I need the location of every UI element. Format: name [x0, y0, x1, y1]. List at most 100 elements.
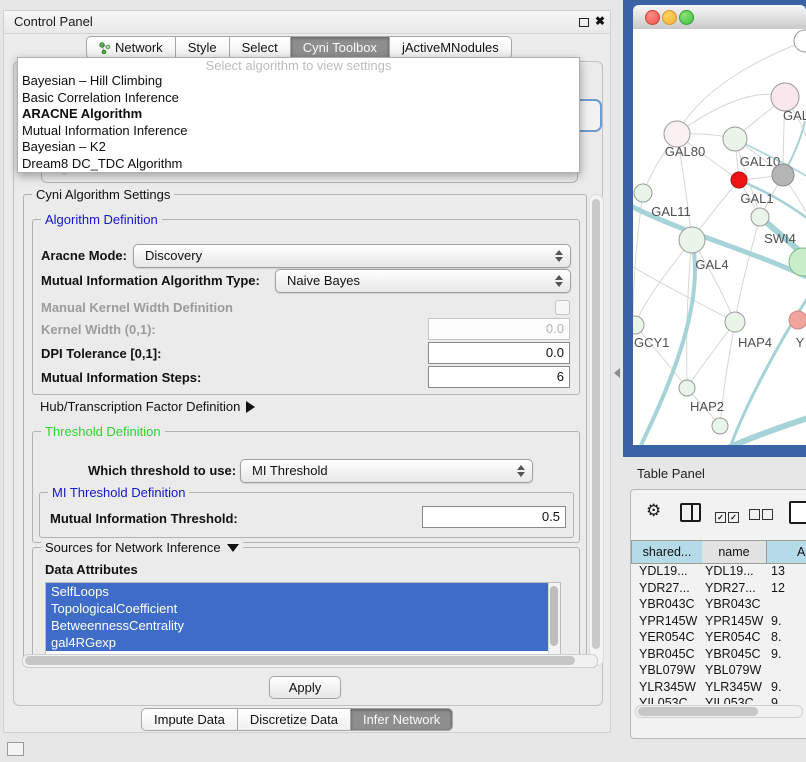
float-panel-icon[interactable]: [579, 18, 589, 27]
column-header-extra[interactable]: A: [767, 540, 806, 564]
bottom-tab-infer-network[interactable]: Infer Network: [351, 708, 453, 731]
network-node-label: GAL11: [651, 204, 691, 219]
mi-threshold-group: MI Threshold Definition Mutual Informati…: [39, 492, 574, 538]
mi-threshold-field[interactable]: 0.5: [422, 506, 566, 528]
algorithm-option[interactable]: Basic Correlation Inference: [18, 90, 579, 107]
column-header-shared-name[interactable]: shared...: [631, 540, 703, 564]
algorithm-option[interactable]: Mutual Information Inference: [18, 123, 579, 140]
table-row[interactable]: YLR345WYLR345W9.: [631, 679, 806, 696]
network-node[interactable]: [772, 164, 794, 186]
which-threshold-combo[interactable]: MI Threshold: [240, 459, 533, 483]
table-cell: YER054C: [705, 629, 761, 646]
split-columns-icon[interactable]: [680, 503, 701, 522]
table-row[interactable]: YBR045C YBR045C 9.: [631, 646, 806, 663]
tab-jactivemnodules[interactable]: jActiveMNodules: [390, 36, 512, 59]
algorithm-option[interactable]: Bayesian – K2: [18, 139, 579, 156]
network-icon: [99, 39, 111, 51]
algorithm-option-selected[interactable]: ARACNE Algorithm: [18, 106, 579, 123]
mi-steps-field[interactable]: 6: [428, 366, 570, 388]
tab-style[interactable]: Style: [176, 36, 230, 59]
network-node-gal10[interactable]: [723, 127, 747, 151]
table-cell: YBR045C: [639, 646, 695, 663]
table-hscrollbar[interactable]: [635, 705, 803, 718]
tab-cyni-toolbox[interactable]: Cyni Toolbox: [291, 36, 390, 59]
column-header-name[interactable]: name: [702, 540, 767, 564]
network-edge[interactable]: [687, 322, 735, 388]
network-edge[interactable]: [735, 217, 760, 322]
table-cell: YBR043C: [705, 596, 761, 613]
aracne-mode-combo[interactable]: Discovery: [133, 244, 571, 268]
attributes-list[interactable]: SelfLoops TopologicalCoefficient Between…: [45, 582, 561, 656]
network-node-label: GAL1: [740, 191, 773, 206]
bottom-tab-discretize-data[interactable]: Discretize Data: [238, 708, 351, 731]
table-cell: 9: [771, 695, 778, 704]
network-node-gcy1[interactable]: [633, 316, 644, 334]
network-node-gal11[interactable]: [634, 184, 652, 202]
mi-type-combo[interactable]: Naive Bayes: [275, 269, 571, 293]
table-row[interactable]: YPR145WYPR145W9.: [631, 613, 806, 630]
network-node[interactable]: [731, 172, 747, 188]
network-node-hap2[interactable]: [679, 380, 695, 396]
collapsed-panel-icon[interactable]: [7, 742, 24, 756]
table-row[interactable]: YDR27...YDR27...12: [631, 580, 806, 597]
sources-group-title[interactable]: Sources for Network Inference: [41, 540, 243, 555]
algorithm-definition-title: Algorithm Definition: [41, 212, 162, 227]
algorithm-option[interactable]: Bayesian – Hill Climbing: [18, 73, 579, 90]
close-panel-icon[interactable]: ✖: [595, 14, 605, 28]
close-window-icon[interactable]: [645, 10, 660, 25]
network-window: GALGAL80GAL10GAL1GAL11SWI4GAL4GCY1HAP4YH…: [633, 5, 806, 445]
table-row[interactable]: YBR043CYBR043C: [631, 596, 806, 613]
network-edge[interactable]: [635, 240, 692, 325]
new-table-icon[interactable]: [789, 501, 806, 524]
network-canvas[interactable]: GALGAL80GAL10GAL1GAL11SWI4GAL4GCY1HAP4YH…: [633, 29, 806, 445]
network-desktop: GALGAL80GAL10GAL1GAL11SWI4GAL4GCY1HAP4YH…: [623, 0, 806, 457]
network-node-hap4[interactable]: [725, 312, 745, 332]
table-row[interactable]: YER054CYER054C8.: [631, 629, 806, 646]
settings-hscrollbar-thumb[interactable]: [25, 656, 575, 665]
table-row[interactable]: YIL053CYIL053C9: [631, 695, 806, 704]
network-node-y[interactable]: [789, 311, 806, 329]
mi-type-label: Mutual Information Algorithm Type:: [41, 273, 260, 288]
unchecked-columns-icon[interactable]: [749, 507, 775, 525]
minimize-window-icon[interactable]: [662, 10, 677, 25]
attribute-item[interactable]: gal4RGexp: [46, 634, 549, 651]
network-node-label: HAP2: [690, 399, 724, 414]
settings-hscrollbar[interactable]: [22, 654, 598, 668]
apply-button[interactable]: Apply: [269, 676, 341, 699]
attribute-item[interactable]: SelfLoops: [46, 583, 549, 600]
manual-kernel-checkbox[interactable]: [555, 300, 570, 315]
settings-vscrollbar-thumb[interactable]: [592, 199, 600, 649]
network-node-gal1[interactable]: [751, 208, 769, 226]
hub-section-toggle[interactable]: Hub/Transcription Factor Definition: [40, 399, 255, 414]
table-row[interactable]: YDL19...YDL19...13: [631, 563, 806, 580]
attribute-item[interactable]: TopologicalCoefficient: [46, 600, 549, 617]
table-row[interactable]: YBL079WYBL079W: [631, 662, 806, 679]
tab-network[interactable]: Network: [86, 36, 176, 59]
tab-select[interactable]: Select: [230, 36, 291, 59]
network-window-titlebar[interactable]: [633, 5, 806, 30]
attribute-item[interactable]: BetweennessCentrality: [46, 617, 549, 634]
table-cell: 9.: [771, 646, 781, 663]
manual-kernel-label: Manual Kernel Width Definition: [41, 300, 233, 315]
settings-vscrollbar[interactable]: [589, 194, 604, 666]
algorithm-option[interactable]: Dream8 DC_TDC Algorithm: [18, 156, 579, 173]
network-edge[interactable]: [633, 267, 735, 322]
checked-columns-icon[interactable]: ✓✓: [715, 507, 741, 525]
divider-collapse-icon[interactable]: [614, 368, 620, 378]
list-vscrollbar[interactable]: [548, 583, 560, 655]
table-body[interactable]: YDL19...YDL19...13YDR27...YDR27...12YBR0…: [631, 563, 806, 704]
table-hscrollbar-thumb[interactable]: [638, 707, 758, 716]
network-node-gal4[interactable]: [679, 227, 705, 253]
gear-icon[interactable]: ⚙: [646, 503, 661, 520]
network-node[interactable]: [712, 418, 728, 434]
list-vscrollbar-thumb[interactable]: [550, 586, 558, 646]
bottom-tab-impute-data[interactable]: Impute Data: [141, 708, 238, 731]
table-cell: YBR045C: [705, 646, 761, 663]
kernel-width-field[interactable]: 0.0: [428, 318, 570, 340]
network-edge[interactable]: [692, 240, 735, 322]
dpi-tolerance-field[interactable]: 0.0: [428, 342, 570, 364]
zoom-window-icon[interactable]: [679, 10, 694, 25]
network-node-gal[interactable]: [771, 83, 799, 111]
table-cell: 8.: [771, 629, 781, 646]
network-node[interactable]: [794, 30, 806, 52]
